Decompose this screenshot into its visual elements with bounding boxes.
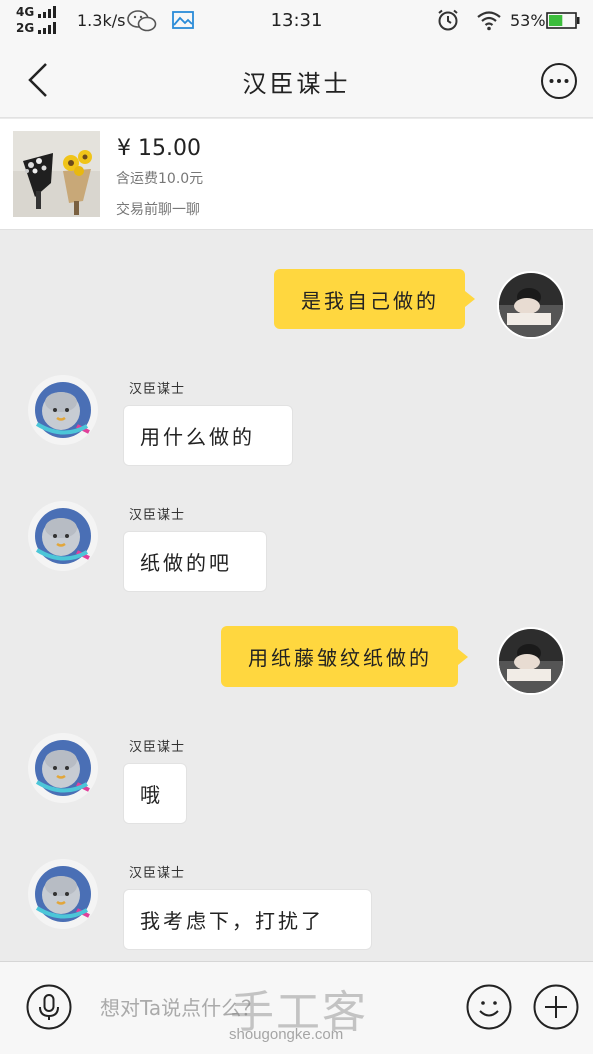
sender-name: 汉臣谋士 — [129, 866, 186, 881]
message-text: 我考虑下，打扰了 — [140, 909, 324, 933]
microphone-icon[interactable] — [26, 984, 72, 1030]
chat-title: 汉臣谋士 — [242, 70, 351, 98]
battery-icon — [546, 12, 580, 29]
seal-avatar-image — [28, 733, 98, 803]
product-price: ¥ 15.00 — [117, 136, 201, 161]
seal-avatar-image — [28, 375, 98, 445]
chat-header: 汉臣谋士 — [0, 42, 593, 118]
message-text: 用什么做的 — [140, 425, 255, 449]
contact-avatar[interactable] — [27, 374, 99, 446]
sender-name: 汉臣谋士 — [129, 740, 186, 755]
message-text: 纸做的吧 — [140, 551, 232, 575]
contact-avatar[interactable] — [27, 858, 99, 930]
my-avatar[interactable] — [497, 627, 565, 695]
status-time: 13:31 — [270, 10, 323, 31]
shipping-fee: 含运费10.0元 — [116, 171, 204, 187]
message-list[interactable]: 是我自己做的 汉臣谋士 用什么做的 汉臣谋士 纸做的吧 用纸藤皱纹纸做的 汉臣谋… — [0, 231, 593, 961]
incoming-message-bubble[interactable]: 纸做的吧 — [123, 531, 267, 592]
contact-avatar[interactable] — [27, 732, 99, 804]
wifi-icon — [477, 11, 501, 31]
seal-avatar-image — [28, 859, 98, 929]
alarm-icon — [438, 9, 458, 31]
outgoing-message-bubble[interactable]: 是我自己做的 — [274, 269, 475, 329]
input-bar: 手工客 shougongke.com — [0, 961, 593, 1054]
incoming-message-bubble[interactable]: 用什么做的 — [123, 405, 293, 466]
message-text: 是我自己做的 — [301, 288, 439, 313]
more-options-icon[interactable] — [540, 62, 578, 100]
plus-icon[interactable] — [533, 984, 579, 1030]
battery-percentage: 53% — [510, 11, 546, 30]
incoming-message-bubble[interactable]: 哦 — [123, 763, 187, 824]
sender-name: 汉臣谋士 — [129, 508, 186, 523]
emoji-icon[interactable] — [466, 984, 512, 1030]
status-bar: 4G 2G 1.3k/s 13:31 53% — [0, 0, 593, 42]
watermark-url: shougongke.com — [229, 1026, 344, 1043]
product-card[interactable]: ¥ 15.00 含运费10.0元 交易前聊一聊 — [0, 119, 593, 230]
user-photo-image — [499, 629, 563, 693]
my-avatar[interactable] — [497, 271, 565, 339]
sender-name: 汉臣谋士 — [129, 382, 186, 397]
incoming-message-bubble[interactable]: 我考虑下，打扰了 — [123, 889, 372, 950]
outgoing-message-bubble[interactable]: 用纸藤皱纹纸做的 — [221, 626, 468, 687]
product-thumbnail-image[interactable] — [13, 131, 100, 217]
seal-avatar-image — [28, 501, 98, 571]
message-text: 用纸藤皱纹纸做的 — [248, 646, 432, 670]
user-photo-image — [499, 273, 563, 337]
trade-hint: 交易前聊一聊 — [116, 202, 200, 218]
message-text: 哦 — [140, 783, 163, 807]
contact-avatar[interactable] — [27, 500, 99, 572]
